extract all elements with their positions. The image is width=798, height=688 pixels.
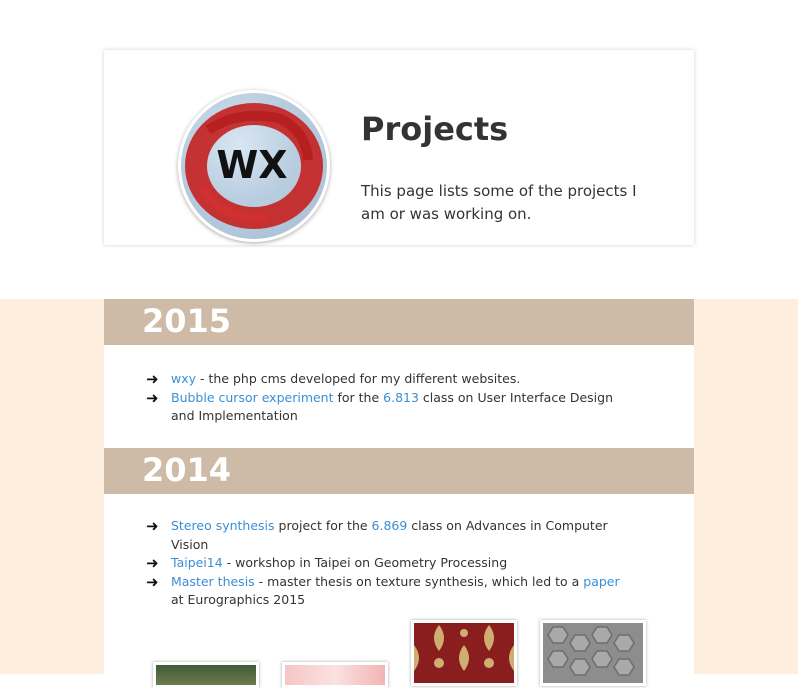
class-link-6869[interactable]: 6.869 [372,518,408,533]
page-intro: This page lists some of the projects I a… [361,182,637,223]
page-title: Projects [361,110,509,148]
landscape-thumbnail[interactable] [153,662,259,688]
project-description: project for the [274,518,372,533]
thumbnail-image [543,623,643,683]
list-item: ➜ wxy - the php cms developed for my dif… [146,370,626,389]
project-description: - workshop in Taipei on Geometry Process… [222,555,508,570]
project-description: at Eurographics 2015 [171,592,306,607]
year-heading-2014: 2014 [104,448,694,494]
project-link-stereo-synthesis[interactable]: Stereo synthesis [171,518,275,533]
year-label: 2015 [142,302,232,340]
logo-art: WX [185,103,323,229]
list-item: ➜ Taipei14 - workshop in Taipei on Geome… [146,554,626,573]
arrow-right-icon: ➜ [146,572,159,591]
project-link-master-thesis[interactable]: Master thesis [171,574,255,589]
arrow-right-icon: ➜ [146,554,159,572]
list-item: ➜ Stereo synthesis project for the 6.869… [146,517,626,554]
project-link-bubble-cursor[interactable]: Bubble cursor experiment [171,390,334,405]
project-description: for the [333,389,384,405]
damask-texture-thumbnail[interactable] [411,620,517,686]
project-list-2015: ➜ wxy - the php cms developed for my dif… [146,370,626,426]
project-description: - the php cms developed for my different… [196,371,521,386]
arrow-right-icon: ➜ [146,517,159,535]
arrow-right-icon: ➜ [146,370,159,388]
project-link-wxy[interactable]: wxy [171,371,196,386]
project-list-2014: ➜ Stereo synthesis project for the 6.869… [146,517,626,610]
year-label: 2014 [142,451,232,489]
thumbnail-image [285,665,385,685]
arrow-right-icon: ➜ [146,388,159,407]
project-link-taipei14[interactable]: Taipei14 [171,555,223,570]
list-item: ➜ Bubble cursor experiment for the 6.813… [146,389,626,426]
year-heading-2015: 2015 [104,299,694,345]
list-item: ➜ Master thesis - master thesis on textu… [146,573,626,610]
thumbnail-image [156,665,256,685]
pink-texture-thumbnail[interactable] [282,662,388,688]
logo-text: WX [216,143,287,187]
thumbnail-image [414,623,514,683]
site-logo[interactable]: WX [178,90,330,242]
class-link-6813[interactable]: 6.813 [383,390,419,405]
paper-link[interactable]: paper [583,574,619,589]
project-description: - master thesis on texture synthesis, wh… [254,573,584,589]
hexagon-stone-texture-thumbnail[interactable] [540,620,646,686]
